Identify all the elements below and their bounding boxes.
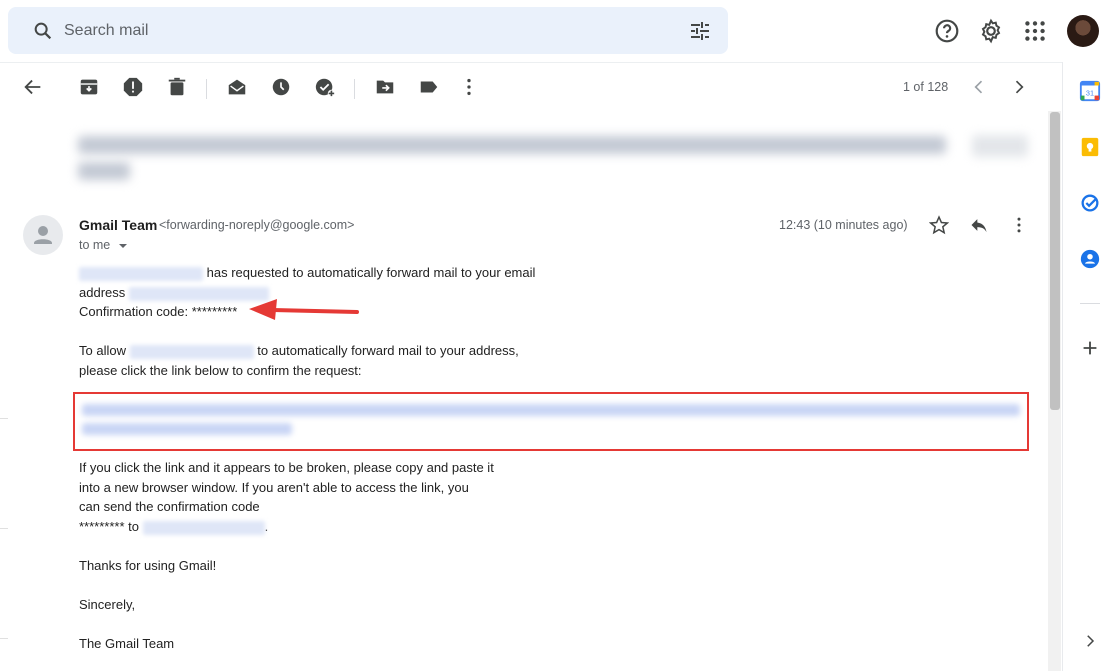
- search-icon[interactable]: [32, 20, 54, 42]
- pager-count: 1 of 128: [903, 80, 949, 94]
- person-icon: [34, 226, 52, 244]
- divider: [0, 528, 8, 529]
- account-avatar[interactable]: [1067, 15, 1099, 47]
- calendar-icon[interactable]: 31: [1079, 80, 1101, 102]
- redacted-email: [129, 344, 254, 359]
- search-input[interactable]: [64, 7, 664, 54]
- gear-icon[interactable]: [978, 18, 1004, 44]
- contacts-icon[interactable]: [1079, 248, 1101, 270]
- tasks-icon[interactable]: [1079, 192, 1101, 214]
- confirmation-code: Confirmation code: *********: [79, 304, 238, 319]
- help-icon[interactable]: [934, 18, 960, 44]
- body-line: .: [264, 519, 269, 534]
- keep-icon[interactable]: [1079, 136, 1101, 158]
- message-time: 12:43 (10 minutes ago): [779, 218, 908, 232]
- body-line: into a new browser window. If you aren't…: [79, 480, 469, 495]
- chevron-left-icon[interactable]: [969, 77, 989, 97]
- search-bar[interactable]: [8, 7, 728, 54]
- divider: [0, 638, 8, 639]
- sender-email: <forwarding-noreply@google.com>: [159, 218, 355, 232]
- subject-redacted: [78, 128, 948, 186]
- redacted-email: [79, 266, 203, 281]
- add-task-icon[interactable]: [314, 76, 336, 98]
- svg-text:31: 31: [1086, 89, 1094, 98]
- body-line: address: [79, 285, 126, 300]
- more-vert-icon[interactable]: [1009, 215, 1029, 235]
- apps-grid-icon[interactable]: [1022, 18, 1048, 44]
- sender-avatar[interactable]: [23, 215, 63, 255]
- tune-icon[interactable]: [688, 19, 712, 43]
- body-line: If you click the link and it appears to …: [79, 460, 494, 475]
- body-line: Sincerely,: [79, 597, 136, 612]
- back-arrow-icon[interactable]: [22, 76, 44, 98]
- trash-icon[interactable]: [166, 76, 188, 98]
- scrollbar-thumb[interactable]: [1050, 112, 1060, 410]
- more-vert-icon[interactable]: [458, 76, 480, 98]
- annotation-arrow: [249, 299, 359, 320]
- toolbar-divider: [206, 79, 207, 99]
- body-line: please click the link below to confirm t…: [79, 363, 362, 378]
- body-line: To allow: [79, 343, 126, 358]
- body-line: ********* to: [79, 519, 139, 534]
- mark-unread-icon[interactable]: [226, 76, 248, 98]
- toolbar-divider: [354, 79, 355, 99]
- label-icon[interactable]: [418, 76, 440, 98]
- body-line: has requested to automatically forward m…: [206, 265, 536, 280]
- star-icon[interactable]: [929, 215, 949, 235]
- recipient-label: to me: [79, 238, 111, 252]
- clock-icon[interactable]: [270, 76, 292, 98]
- report-spam-icon[interactable]: [122, 76, 144, 98]
- body-line: to automatically forward mail to your ad…: [257, 343, 519, 358]
- caret-down-icon: [118, 243, 127, 248]
- body-line: Thanks for using Gmail!: [79, 558, 217, 573]
- top-bar: [0, 0, 1116, 62]
- body-line: can send the confirmation code: [79, 499, 260, 514]
- chevron-right-icon[interactable]: [1081, 632, 1099, 650]
- redacted-email: [142, 520, 265, 535]
- plus-icon[interactable]: [1079, 337, 1101, 359]
- chevron-right-icon[interactable]: [1009, 77, 1029, 97]
- annotation-highlight-box: [73, 392, 1029, 451]
- print-icons-redacted: [972, 135, 1028, 157]
- divider: [0, 418, 8, 419]
- signature: The Gmail Team: [79, 636, 175, 651]
- sender-name[interactable]: Gmail Team: [79, 217, 157, 233]
- recipient-details-toggle[interactable]: to me: [79, 238, 128, 252]
- side-panel-divider: [1080, 303, 1100, 304]
- archive-icon[interactable]: [78, 76, 100, 98]
- message-toolbar: 1 of 128: [0, 62, 1062, 111]
- move-to-icon[interactable]: [374, 76, 396, 98]
- reply-icon[interactable]: [969, 215, 989, 235]
